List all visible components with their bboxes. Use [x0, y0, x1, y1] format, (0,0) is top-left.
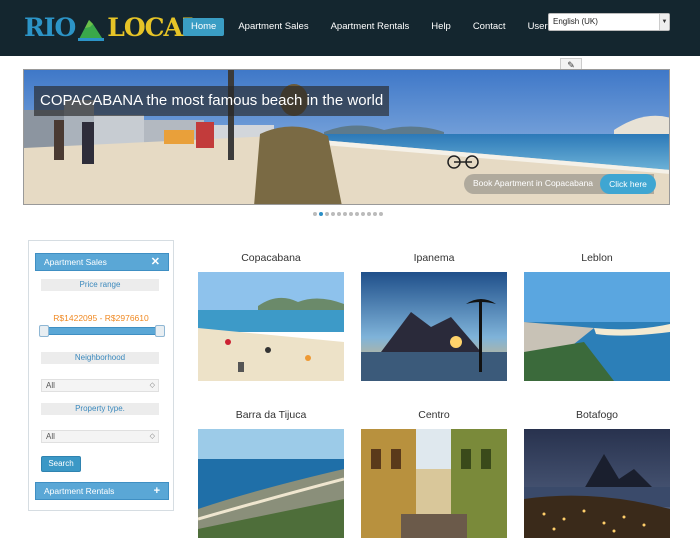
- apartment-sales-header[interactable]: Apartment Sales ✕: [35, 253, 169, 271]
- logo-text-rio: RIO: [24, 13, 76, 42]
- language-value: English (UK): [553, 17, 598, 26]
- slider-dot[interactable]: [313, 212, 317, 216]
- chevron-updown-icon: ◇: [149, 382, 155, 389]
- ipanema-photo[interactable]: [361, 272, 507, 381]
- slider-dot[interactable]: [367, 212, 371, 216]
- nav-apartment-rentals[interactable]: Apartment Rentals: [323, 18, 418, 36]
- centro-photo[interactable]: [361, 429, 507, 538]
- plus-icon[interactable]: +: [154, 483, 160, 499]
- search-button[interactable]: Search: [41, 456, 81, 472]
- price-slider-track[interactable]: [43, 327, 161, 335]
- apartment-sales-title: Apartment Sales: [44, 257, 107, 267]
- card-title[interactable]: Centro: [361, 409, 507, 421]
- copacabana-photo[interactable]: [198, 272, 344, 381]
- barra-da-tijuca-photo[interactable]: [198, 429, 344, 538]
- price-range-label: Price range: [41, 279, 159, 291]
- slider-dot[interactable]: [325, 212, 329, 216]
- price-range-value: R$1422095 - R$2976610: [53, 313, 149, 323]
- slider-dots: [313, 212, 383, 216]
- apartment-rentals-title: Apartment Rentals: [44, 486, 115, 496]
- book-apartment-text: Book Apartment in Copacabana: [473, 178, 594, 188]
- nav-home[interactable]: Home: [183, 18, 225, 36]
- page: RIO LOCAL Home Apartment Sales Apartment…: [0, 0, 700, 554]
- search-sidebar: Apartment Sales ✕ Price range R$1422095 …: [28, 240, 174, 511]
- slider-dot[interactable]: [361, 212, 365, 216]
- slider-dot[interactable]: [373, 212, 377, 216]
- slider-dot[interactable]: [331, 212, 335, 216]
- click-here-button[interactable]: Click here: [600, 174, 656, 194]
- language-select[interactable]: English (UK) ▼: [548, 13, 670, 31]
- top-header: RIO LOCAL Home Apartment Sales Apartment…: [0, 0, 700, 56]
- card-title[interactable]: Barra da Tijuca: [198, 409, 344, 421]
- property-type-value: All: [46, 432, 55, 441]
- neighborhood-label: Neighborhood: [41, 352, 159, 364]
- card-title[interactable]: Leblon: [524, 252, 670, 264]
- nav-contact[interactable]: Contact: [465, 18, 514, 36]
- card-title[interactable]: Botafogo: [524, 409, 670, 421]
- site-logo[interactable]: RIO LOCAL: [24, 12, 199, 42]
- nav-help[interactable]: Help: [423, 18, 459, 36]
- sugarloaf-logo-icon: [76, 14, 106, 42]
- price-slider-max-handle[interactable]: [155, 325, 165, 337]
- slider-dot[interactable]: [355, 212, 359, 216]
- price-slider-min-handle[interactable]: [39, 325, 49, 337]
- slider-dot[interactable]: [349, 212, 353, 216]
- apartment-rentals-header[interactable]: Apartment Rentals +: [35, 482, 169, 500]
- leblon-photo[interactable]: [524, 272, 670, 381]
- chevron-updown-icon: ◇: [149, 433, 155, 440]
- slider-dot[interactable]: [319, 212, 323, 216]
- card-title[interactable]: Ipanema: [361, 252, 507, 264]
- property-type-select[interactable]: All ◇: [41, 430, 159, 443]
- hero-slider[interactable]: COPACABANA the most famous beach in the …: [23, 69, 670, 205]
- neighborhood-select[interactable]: All ◇: [41, 379, 159, 392]
- close-icon[interactable]: ✕: [151, 254, 160, 270]
- property-type-label: Property type.: [41, 403, 159, 415]
- card-title[interactable]: Copacabana: [198, 252, 344, 264]
- neighborhood-value: All: [46, 381, 55, 390]
- slider-dot[interactable]: [343, 212, 347, 216]
- slider-dot[interactable]: [379, 212, 383, 216]
- nav-apartment-sales[interactable]: Apartment Sales: [230, 18, 316, 36]
- main-nav: Home Apartment Sales Apartment Rentals H…: [183, 18, 562, 36]
- botafogo-photo[interactable]: [524, 429, 670, 538]
- slider-dot[interactable]: [337, 212, 341, 216]
- hero-title: COPACABANA the most famous beach in the …: [34, 86, 390, 116]
- dropdown-arrow-icon: ▼: [659, 14, 669, 30]
